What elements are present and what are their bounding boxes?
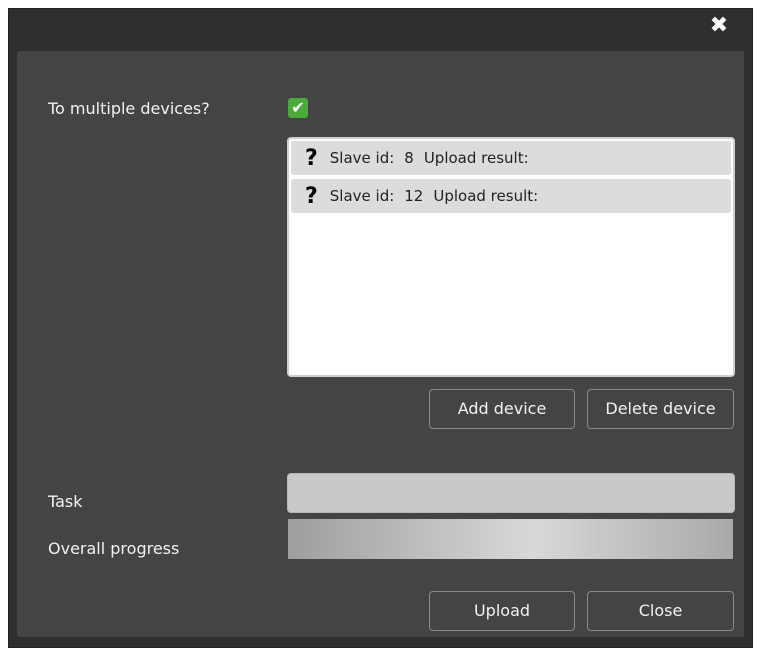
- overall-progress-label: Overall progress: [48, 539, 180, 558]
- task-field: [287, 473, 735, 513]
- upload-result-label: Upload result:: [433, 187, 539, 205]
- add-device-button[interactable]: Add device: [429, 389, 575, 429]
- multiple-devices-label: To multiple devices?: [48, 99, 210, 118]
- device-list-item[interactable]: ? Slave id: 12 Upload result:: [291, 179, 731, 213]
- question-mark-icon: ?: [305, 145, 318, 171]
- dialog-panel: To multiple devices? ✔ ? Slave id: 8 Upl…: [17, 51, 744, 637]
- device-list[interactable]: ? Slave id: 8 Upload result: ? Slave id:…: [287, 137, 735, 377]
- title-bar: ✖: [9, 9, 752, 51]
- slave-id-value: 12: [404, 187, 424, 205]
- upload-button[interactable]: Upload: [429, 591, 575, 631]
- slave-id-label: Slave id:: [329, 149, 395, 167]
- task-label: Task: [48, 492, 83, 511]
- multiple-devices-checkbox[interactable]: ✔: [288, 98, 308, 118]
- overall-progress-bar: [288, 519, 733, 559]
- checkmark-icon: ✔: [291, 98, 305, 117]
- upload-result-label: Upload result:: [423, 149, 529, 167]
- close-button[interactable]: Close: [587, 591, 734, 631]
- slave-id-label: Slave id:: [329, 187, 395, 205]
- delete-device-button[interactable]: Delete device: [587, 389, 734, 429]
- device-list-item[interactable]: ? Slave id: 8 Upload result:: [291, 141, 731, 175]
- slave-id-value: 8: [404, 149, 414, 167]
- question-mark-icon: ?: [305, 183, 318, 209]
- upload-dialog-window: ✖ To multiple devices? ✔ ? Slave id: 8 U…: [8, 8, 753, 648]
- close-icon[interactable]: ✖: [708, 15, 730, 37]
